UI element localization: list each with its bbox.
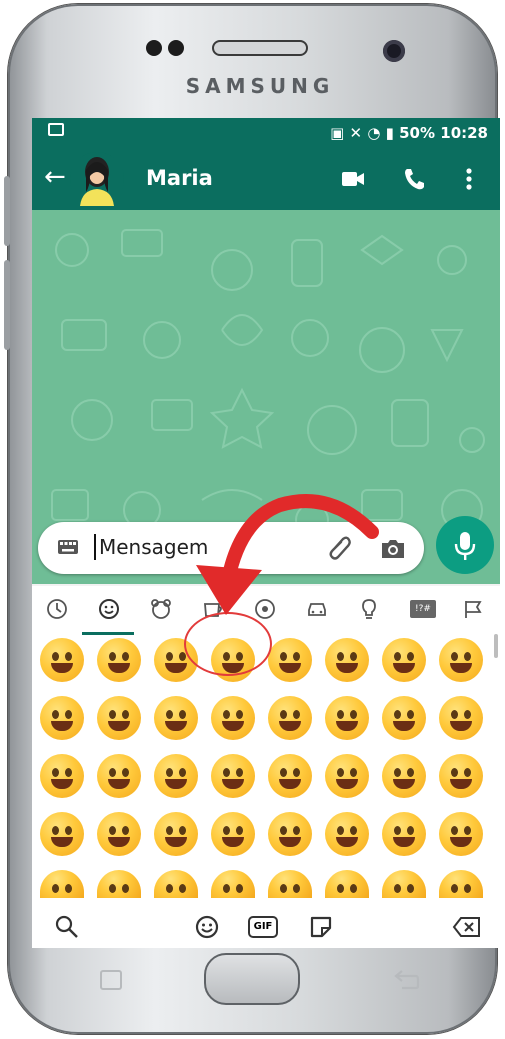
sensor-icon: [168, 40, 184, 56]
car-icon[interactable]: [306, 598, 328, 620]
emoji-key[interactable]: [439, 812, 483, 856]
emoji-key[interactable]: [382, 696, 426, 740]
sticker-icon[interactable]: [308, 914, 334, 940]
brand-logo: SAMSUNG: [185, 74, 335, 98]
status-bar: ▣ ✕ ◔ ▮ 50% 10:28: [32, 118, 500, 148]
chat-header: ← Maria: [32, 148, 500, 210]
emoji-grid: [32, 634, 492, 898]
search-icon[interactable]: [54, 914, 80, 940]
emoji-key[interactable]: [40, 754, 84, 798]
smiley-icon[interactable]: [98, 598, 120, 620]
microphone-button[interactable]: [436, 516, 494, 574]
emoji-key[interactable]: [97, 812, 141, 856]
message-input-bar[interactable]: Mensagem: [38, 522, 424, 574]
emoji-key[interactable]: [154, 696, 198, 740]
status-icons: ▣ ✕ ◔ ▮: [330, 124, 400, 142]
emoji-key[interactable]: [40, 812, 84, 856]
emoji-key[interactable]: [97, 870, 141, 898]
battery-time: 50% 10:28: [399, 124, 488, 142]
emoji-key[interactable]: [268, 696, 312, 740]
emoji-key[interactable]: [211, 696, 255, 740]
front-camera: [383, 40, 405, 62]
emoji-key[interactable]: [211, 812, 255, 856]
emoji-category-tabs: !?#: [32, 592, 500, 635]
emoji-key[interactable]: [268, 812, 312, 856]
gallery-icon: [48, 123, 64, 136]
emoji-key[interactable]: [439, 638, 483, 682]
sport-icon[interactable]: [254, 598, 276, 620]
gif-button[interactable]: GIF: [248, 916, 278, 938]
more-options-icon[interactable]: [466, 168, 472, 190]
keyboard-bottom-bar: GIF: [32, 906, 500, 948]
emoji-key[interactable]: [268, 870, 312, 898]
emoji-key[interactable]: [382, 870, 426, 898]
bixby-button: [4, 260, 10, 350]
sensor-icon: [146, 40, 162, 56]
emoji-key[interactable]: [211, 870, 255, 898]
microphone-icon: [454, 532, 476, 560]
emoji-key[interactable]: [154, 754, 198, 798]
emoji-key[interactable]: [439, 696, 483, 740]
back-nav-icon[interactable]: [392, 968, 420, 990]
emoji-key[interactable]: [40, 696, 84, 740]
video-call-icon[interactable]: [342, 172, 364, 186]
keyboard-icon[interactable]: [58, 540, 78, 554]
emoji-key[interactable]: [268, 754, 312, 798]
emoji-key[interactable]: [382, 638, 426, 682]
attach-icon[interactable]: [328, 535, 352, 561]
emoji-key[interactable]: [211, 754, 255, 798]
emoji-key[interactable]: [325, 696, 369, 740]
emoji-key[interactable]: [268, 638, 312, 682]
status-right: ▣ ✕ ◔ ▮ 50% 10:28: [330, 124, 488, 142]
emoji-key[interactable]: [40, 638, 84, 682]
emoji-tab-icon[interactable]: [194, 914, 220, 940]
emoji-key[interactable]: [325, 870, 369, 898]
animal-icon[interactable]: [150, 598, 172, 620]
emoji-key[interactable]: [97, 696, 141, 740]
emoji-key[interactable]: [325, 812, 369, 856]
voice-call-icon[interactable]: [404, 168, 424, 190]
avatar[interactable]: [70, 152, 124, 206]
emoji-key[interactable]: [325, 754, 369, 798]
back-arrow-icon[interactable]: ←: [44, 162, 66, 192]
emoji-key[interactable]: [439, 754, 483, 798]
phone-screen: ▣ ✕ ◔ ▮ 50% 10:28 ← Maria Mensagem !?# G…: [32, 118, 500, 948]
camera-icon[interactable]: [380, 538, 406, 560]
bulb-icon[interactable]: [358, 598, 380, 620]
emoji-key[interactable]: [382, 754, 426, 798]
emoji-key[interactable]: [97, 638, 141, 682]
symbols-icon[interactable]: !?#: [410, 600, 436, 618]
flag-icon[interactable]: [462, 598, 484, 620]
recents-button[interactable]: [100, 970, 122, 990]
emoji-key[interactable]: [154, 812, 198, 856]
emoji-key[interactable]: [97, 754, 141, 798]
recent-icon[interactable]: [46, 598, 68, 620]
backspace-icon[interactable]: [452, 914, 482, 940]
emoji-key[interactable]: [325, 638, 369, 682]
emoji-key[interactable]: [382, 812, 426, 856]
emoji-scrollbar[interactable]: [494, 634, 498, 658]
home-button[interactable]: [204, 953, 300, 1005]
emoji-key[interactable]: [154, 870, 198, 898]
highlight-circle: [184, 612, 272, 676]
earpiece-speaker: [212, 40, 308, 56]
volume-button: [4, 176, 10, 246]
message-input[interactable]: Mensagem: [94, 534, 208, 560]
emoji-key[interactable]: [40, 870, 84, 898]
emoji-key[interactable]: [439, 870, 483, 898]
contact-name[interactable]: Maria: [146, 166, 213, 190]
